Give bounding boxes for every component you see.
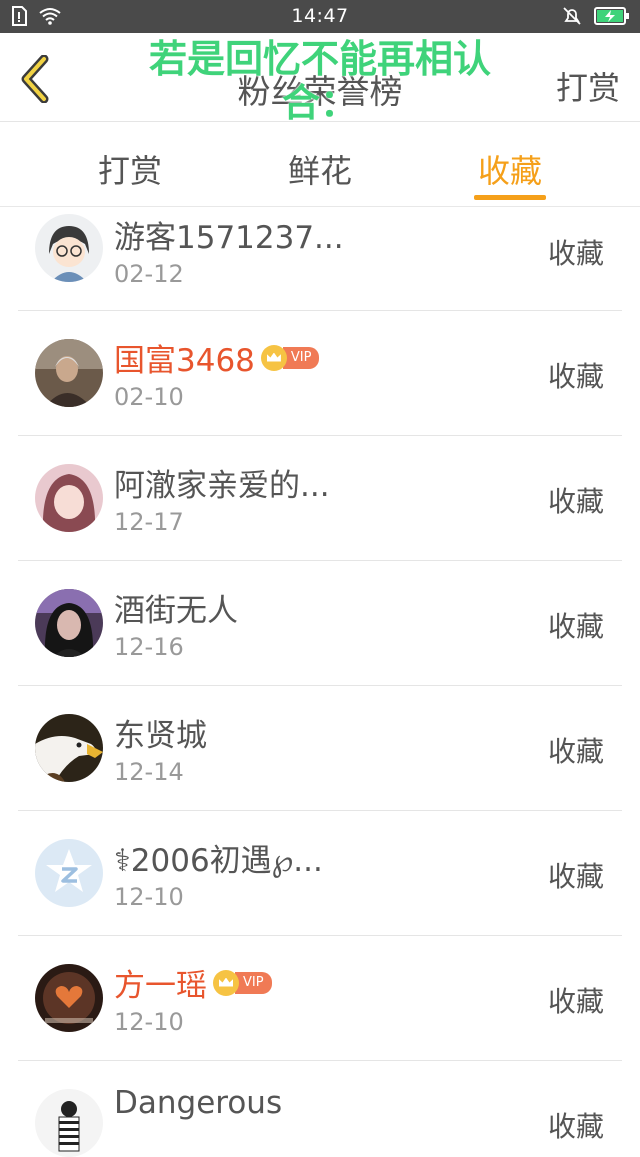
date: 12-14 xyxy=(114,758,184,786)
fan-list: 游客1571237... 02-12 收藏 国富3468 VIP 02-10 收… xyxy=(18,206,622,1157)
avatar xyxy=(35,589,103,657)
tab-reward[interactable]: 打赏 xyxy=(70,146,190,192)
battery-charging-icon xyxy=(594,7,629,25)
avatar xyxy=(35,1089,103,1157)
action-label: 收藏 xyxy=(547,237,604,270)
date: 12-16 xyxy=(114,633,184,661)
action-label: 收藏 xyxy=(547,610,604,643)
avatar xyxy=(35,839,103,907)
tab-flowers[interactable]: 鲜花 xyxy=(260,146,380,192)
title-bar: 粉丝荣誉榜 若是回忆不能再相认 合： 打赏 xyxy=(0,33,640,125)
user-name: ⚕2006初遇℘... xyxy=(114,843,323,879)
list-item[interactable]: 酒街无人 12-16 收藏 xyxy=(18,561,622,686)
overlay-caption: 若是回忆不能再相认 合： xyxy=(148,37,491,125)
avatar xyxy=(35,714,103,782)
list-item[interactable]: 国富3468 VIP 02-10 收藏 xyxy=(18,311,622,436)
date: 12-17 xyxy=(114,508,184,536)
user-name: 方一瑶 VIP xyxy=(114,960,272,1005)
list-item[interactable]: 方一瑶 VIP 12-10 收藏 xyxy=(18,936,622,1061)
user-name: 游客1571237... xyxy=(114,220,344,256)
list-item[interactable]: 阿澈家亲爱的... 12-17 收藏 xyxy=(18,436,622,561)
date: 12-10 xyxy=(114,1008,184,1036)
date: 12-10 xyxy=(114,883,184,911)
avatar xyxy=(35,339,103,407)
crown-icon xyxy=(260,344,287,371)
mute-bell-icon xyxy=(563,7,581,25)
user-name: 国富3468 VIP xyxy=(114,335,320,380)
crown-icon xyxy=(213,969,239,996)
list-item[interactable]: 东贤城 12-14 收藏 xyxy=(18,686,622,811)
user-name: 酒街无人 xyxy=(114,593,238,629)
date: 02-10 xyxy=(114,383,184,411)
action-label: 收藏 xyxy=(547,360,604,393)
avatar xyxy=(35,214,103,282)
action-label: 收藏 xyxy=(547,985,604,1018)
action-label: 收藏 xyxy=(547,1110,604,1143)
avatar xyxy=(35,464,103,532)
status-bar: 14:47 xyxy=(0,0,640,33)
date: 02-12 xyxy=(114,260,184,288)
reward-button[interactable]: 打赏 xyxy=(556,63,620,109)
user-name: Dangerous xyxy=(114,1085,283,1121)
list-item[interactable]: 游客1571237... 02-12 收藏 xyxy=(18,206,622,311)
user-name: 阿澈家亲爱的... xyxy=(114,468,330,504)
tab-bar: 打赏 鲜花 收藏 xyxy=(0,122,640,207)
user-name: 东贤城 xyxy=(114,718,207,754)
status-time: 14:47 xyxy=(291,5,349,27)
active-tab-indicator xyxy=(474,195,546,200)
vip-badge: VIP xyxy=(213,969,272,996)
avatar xyxy=(35,964,103,1032)
tab-favorites[interactable]: 收藏 xyxy=(450,146,570,192)
action-label: 收藏 xyxy=(547,735,604,768)
action-label: 收藏 xyxy=(547,485,604,518)
action-label: 收藏 xyxy=(547,860,604,893)
vip-badge: VIP xyxy=(260,344,320,371)
list-item[interactable]: ⚕2006初遇℘... 12-10 收藏 xyxy=(18,811,622,936)
